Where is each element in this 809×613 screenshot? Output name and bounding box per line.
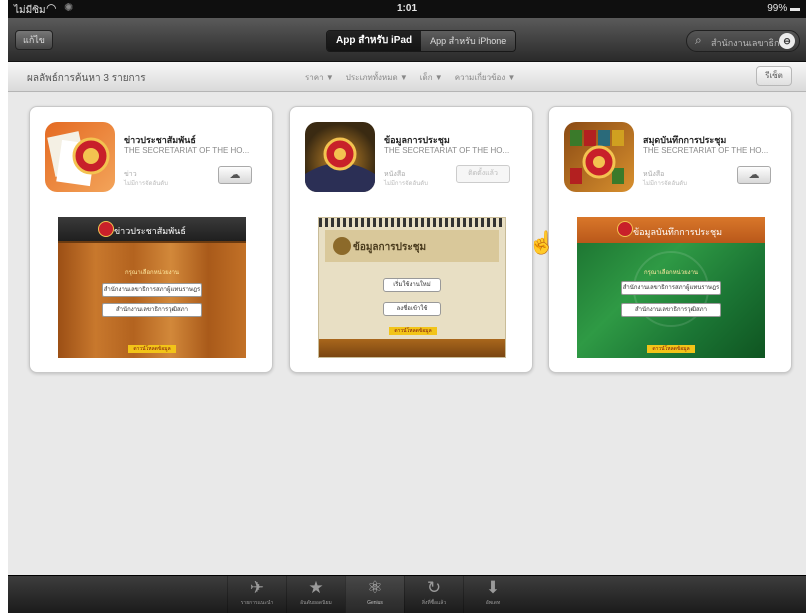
genius-icon: ⚛ (367, 578, 383, 597)
screenshot-button: สำนักงานเลขาธิการวุฒิสภา (621, 303, 721, 317)
clock: 1:01 (396, 3, 417, 14)
emblem-icon (333, 237, 351, 255)
app-icon-meeting[interactable] (305, 122, 375, 192)
app-developer: THE SECRETARIAT OF THE HO... (643, 146, 769, 155)
screenshot-footer: ดาวน์โหลดข้อมูล (128, 345, 176, 353)
purchased-icon: ↻ (426, 578, 442, 597)
app-title[interactable]: ข้อมูลการประชุม (384, 133, 450, 147)
segment-ipad[interactable]: App สำหรับ iPad (327, 31, 422, 51)
emblem-icon (617, 221, 633, 237)
screenshot-banner: ข้อมูลการประชุม (325, 230, 499, 262)
tab-label: สิ่งที่ซื้อแล้ว (421, 600, 447, 606)
app-title[interactable]: ข่าวประชาสัมพันธ์ (124, 133, 196, 147)
screenshot-subtitle: กรุณาเลือกหน่วยงาน (643, 270, 699, 276)
screenshot-button: สำนักงานเลขาธิการวุฒิสภา (102, 303, 202, 317)
app-developer: THE SECRETARIAT OF THE HO... (384, 146, 510, 155)
results-count: ผลลัพธ์การค้นหา 3 รายการ (27, 73, 146, 84)
filter-bar: ผลลัพธ์การค้นหา 3 รายการ ราคา ▼ ประเภททั… (8, 62, 806, 92)
screenshot-floor (319, 339, 505, 357)
navigation-bar: แก้ไข App สำหรับ iPad App สำหรับ iPhone … (8, 18, 806, 62)
installed-button[interactable]: ติดตั้งแล้ว (456, 165, 510, 183)
edit-button[interactable]: แก้ไข (15, 30, 53, 50)
screenshot-button: ลงชื่อเข้าใช้ (383, 302, 441, 316)
tab-label: อัพเดท (485, 600, 501, 606)
spiral-binding (319, 218, 505, 227)
tab-bar: ✈ รายการแนะนำ ★ อันดับยอดนิยม ⚛ Genius ↻… (8, 575, 806, 613)
tab-updates[interactable]: ⬇ อัพเดท (463, 576, 522, 613)
screenshot-footer: ดาวน์โหลดข้อมูล (647, 345, 695, 353)
app-screenshot[interactable]: ข้อมูลบันทึกการประชุม กรุณาเลือกหน่วยงาน… (577, 217, 765, 358)
search-input[interactable]: สำนักงานเลขาธิการ (711, 36, 789, 50)
tab-label: รายการแนะนำ (240, 600, 274, 606)
app-rating: ไม่มีการจัดอันดับ (643, 181, 687, 187)
app-screenshot[interactable]: ข้อมูลการประชุม เริ่มใช้งานใหม่ ลงชื่อเข… (318, 217, 506, 358)
status-bar: ไม่มีซิม ◠ ✺ 1:01 99% ▬ (8, 0, 806, 18)
device-segmented-control: App สำหรับ iPad App สำหรับ iPhone (326, 30, 517, 52)
screenshot-subtitle: กรุณาเลือกหน่วยงาน (124, 270, 180, 276)
featured-icon: ✈ (249, 578, 265, 597)
emblem-icon (98, 221, 114, 237)
screenshot-title: ข้อมูลบันทึกการประชุม (633, 227, 723, 237)
segment-iphone[interactable]: App สำหรับ iPhone (421, 31, 516, 51)
app-title[interactable]: สมุดบันทึกการประชุม (643, 133, 726, 147)
app-screenshot[interactable]: ข่าวประชาสัมพันธ์ กรุณาเลือกหน่วยงาน สำน… (58, 217, 246, 358)
app-icon-news[interactable] (45, 122, 115, 192)
filter-options: ราคา ▼ ประเภททั้งหมด ▼ เด็ก ▼ ความเกี่ยว… (305, 71, 515, 84)
cloud-download-icon: ☁ (229, 169, 241, 181)
screenshot-button: สำนักงานเลขาธิการสภาผู้แทนราษฎร (102, 283, 202, 297)
screenshot-button: เริ่มใช้งานใหม่ (383, 278, 441, 292)
newspaper-emblem-icon (47, 131, 110, 187)
ipad-screen: ไม่มีซิม ◠ ✺ 1:01 99% ▬ แก้ไข App สำหรับ… (8, 0, 806, 613)
hand-cursor-icon: ☝ (528, 230, 556, 255)
screenshot-title: ข่าวประชาสัมพันธ์ (114, 226, 186, 236)
tab-purchased[interactable]: ↻ สิ่งที่ซื้อแล้ว (404, 576, 463, 613)
tab-label: Genius (367, 600, 383, 606)
cloud-download-button[interactable]: ☁ (737, 166, 771, 184)
app-rating: ไม่มีการจัดอันดับ (384, 181, 428, 187)
bookshelf-emblem-icon (570, 130, 624, 184)
updates-icon: ⬇ (485, 578, 501, 597)
screenshot-footer: ดาวน์โหลดข้อมูล (389, 327, 437, 335)
app-card[interactable]: ข้อมูลการประชุม THE SECRETARIAT OF THE H… (289, 106, 533, 373)
parliament-emblem-icon (305, 137, 375, 192)
app-card[interactable]: สมุดบันทึกการประชุม THE SECRETARIAT OF T… (548, 106, 792, 373)
star-icon: ★ (308, 578, 324, 597)
app-rating: ไม่มีการจัดอันดับ (124, 181, 168, 187)
clear-search-icon[interactable]: ⊖ (779, 33, 795, 49)
tab-genius[interactable]: ⚛ Genius (345, 576, 404, 613)
filter-relevance[interactable]: ความเกี่ยวข้อง ▼ (455, 71, 516, 84)
tab-top-charts[interactable]: ★ อันดับยอดนิยม (286, 576, 345, 613)
search-results: ข่าวประชาสัมพันธ์ THE SECRETARIAT OF THE… (8, 93, 806, 575)
search-field[interactable]: ⌕ สำนักงานเลขาธิการ ⊖ (686, 30, 800, 52)
filter-category[interactable]: ประเภททั้งหมด ▼ (346, 71, 408, 84)
tab-featured[interactable]: ✈ รายการแนะนำ (227, 576, 286, 613)
screenshot-title: ข้อมูลการประชุม (353, 242, 427, 253)
cloud-download-icon: ☁ (748, 169, 760, 181)
screenshot-button: สำนักงานเลขาธิการสภาผู้แทนราษฎร (621, 281, 721, 295)
battery-percent: 99% (767, 3, 788, 14)
battery-indicator: 99% ▬ (767, 3, 800, 14)
filter-age[interactable]: เด็ก ▼ (420, 71, 443, 84)
filter-price[interactable]: ราคา ▼ (305, 71, 334, 84)
tab-list: ✈ รายการแนะนำ ★ อันดับยอดนิยม ⚛ Genius ↻… (227, 576, 522, 613)
search-icon: ⌕ (695, 33, 702, 47)
app-card[interactable]: ข่าวประชาสัมพันธ์ THE SECRETARIAT OF THE… (29, 106, 273, 373)
app-icon-notebook[interactable] (564, 122, 634, 192)
tab-label: อันดับยอดนิยม (300, 600, 332, 606)
app-developer: THE SECRETARIAT OF THE HO... (124, 146, 250, 155)
reset-button[interactable]: รีเซ็ต (756, 66, 792, 86)
cloud-download-button[interactable]: ☁ (218, 166, 252, 184)
